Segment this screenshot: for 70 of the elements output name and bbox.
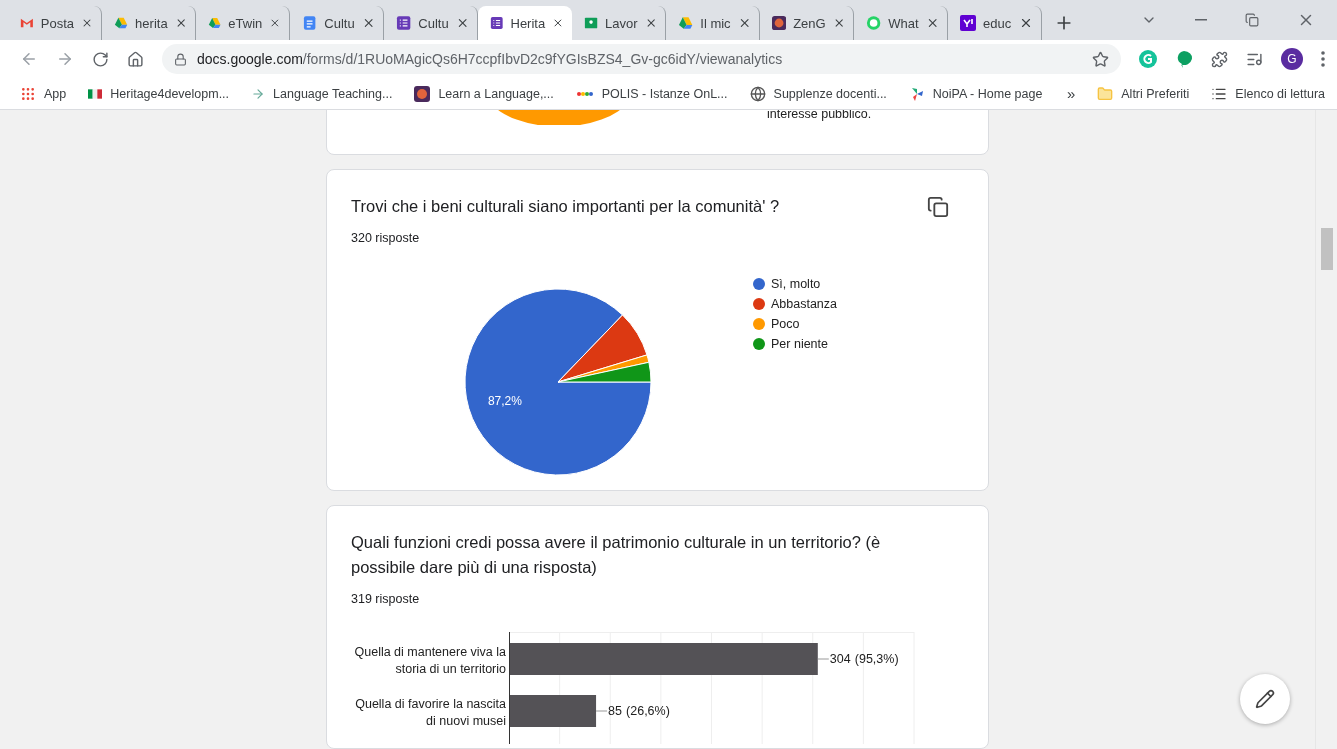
restore-icon [1245,13,1259,27]
legend-label: Per niente [771,337,828,351]
dots-icon [575,90,594,97]
bar-percent-label: (26,6%) [626,704,670,718]
copy-icon [927,196,949,218]
triangle-icon [678,15,694,31]
list-document-icon [396,15,412,31]
legend-dot [753,338,765,350]
arrow-icon [251,86,266,101]
puzzle-icon [1211,50,1228,68]
legend-dot [753,278,765,290]
bookmark-link[interactable]: Supplenze docenti... [749,85,887,102]
legend-dot [753,318,765,330]
url-text: docs.google.com/forms/d/1RUoMAgicQs6H7ccpfIbvD2c9fYGIsBZS4_Gv-gc6idY/viewanalytics [197,51,784,67]
response-count: 319 risposte [351,592,421,606]
bookmark-link[interactable]: POLIS - Istanze OnL... [575,86,728,101]
folder-icon [1097,85,1114,102]
restore-button[interactable] [1245,13,1259,27]
flag-icon [88,88,103,99]
more-bookmarks-button[interactable]: » [1066,85,1076,102]
triangle-icon [114,15,129,31]
menu-icon [1321,51,1325,67]
lock-icon [174,52,187,66]
forward-icon [56,50,74,68]
triangle-icon [208,15,222,31]
bar-value-label: 304 [829,652,851,666]
address-bar[interactable]: docs.google.com/forms/d/1RUoMAgicQs6H7ccpfIbvD2c9fYGIsBZS4_Gv-gc6idY/viewanalytics [162,44,1121,74]
legend-label: Poco [771,317,800,331]
question-title: Quali funzioni credi possa avere il patrimonio culturale in un territorio? (è possibile dare più di una risposta) [351,532,882,578]
bookmark-link[interactable]: NoiPA - Home page [908,85,1043,102]
list-document-icon [490,15,504,31]
forward-button[interactable] [56,50,74,68]
apps-grid-icon [20,85,36,102]
speech-bubble-icon[interactable] [1175,50,1193,68]
bookmark-link[interactable]: Language Teaching... [251,86,393,101]
back-button[interactable] [20,50,38,68]
bookmark-link[interactable]: Elenco di lettura [1211,85,1325,102]
bookmark-link[interactable]: Learn a Language,... [414,85,554,102]
square-icon [960,15,976,31]
bar-category-label: Quella di favorire la nascita di nuovi musei [355,697,506,728]
close-icon[interactable] [269,16,281,30]
board-icon [584,15,599,31]
menu-button[interactable] [1321,51,1325,67]
bookmark-link[interactable]: Altri Preferiti [1097,85,1190,102]
legend-dot [753,298,765,310]
edit-button[interactable] [1240,674,1290,724]
legend-label: Sì, molto [771,277,821,291]
slice-label: 87,2% [487,393,522,408]
bar-category-label: Quella di mantenere viva la storia di un territorio [354,645,506,676]
profile-avatar[interactable]: G [1281,48,1303,70]
bookmark-link[interactable]: Heritage4developm... [88,86,230,101]
close-icon[interactable] [1019,16,1033,30]
bookmark-link[interactable]: App [20,85,67,102]
home-icon [127,50,144,68]
bar-value-label: 85 [608,704,622,718]
home-button[interactable] [127,50,144,68]
copy-button[interactable] [927,196,949,218]
reload-button[interactable] [92,50,109,68]
pencil-icon [1255,689,1275,709]
extensions-button[interactable] [1211,50,1228,68]
bar-percent-label: (95,3%) [854,652,899,666]
browser-tab[interactable]: Herita [478,6,572,40]
response-count: 320 risposte [351,231,421,245]
question-title: Trovi che i beni culturali siano importanti per la comunità' ? [351,196,781,217]
minimize-icon [1195,19,1207,21]
legend-label: Abbastanza [771,297,838,311]
star-icon[interactable] [1092,50,1109,68]
back-icon [20,50,38,68]
reload-icon [92,50,109,68]
document-icon [302,15,318,31]
